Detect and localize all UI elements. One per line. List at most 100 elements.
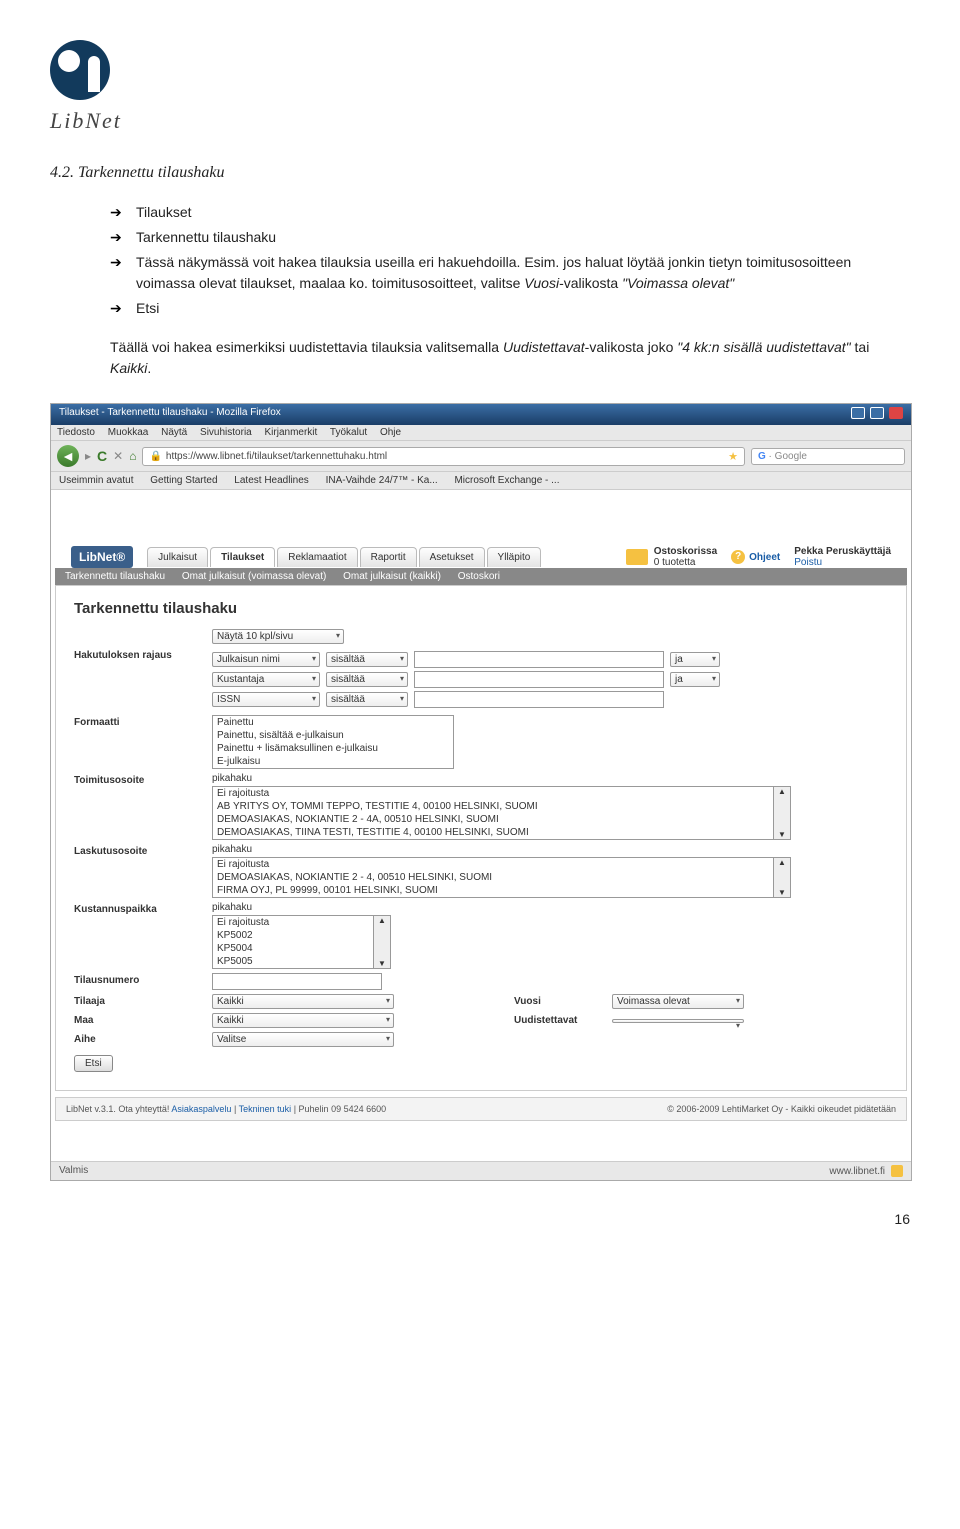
browser-menubar[interactable]: Tiedosto Muokkaa Näytä Sivuhistoria Kirj…	[51, 425, 911, 441]
menu-item[interactable]: Ohje	[380, 427, 401, 438]
bullet-item: Etsi	[110, 298, 910, 319]
scrollbar[interactable]: ▲▼	[374, 915, 391, 969]
bookmark-item[interactable]: Microsoft Exchange - ...	[454, 475, 559, 486]
vuosi-select[interactable]: Voimassa olevat	[612, 994, 744, 1009]
scroll-up-icon[interactable]: ▲	[378, 916, 386, 925]
rajaus-input[interactable]	[414, 671, 664, 688]
page-number: 16	[50, 1211, 910, 1227]
help-link[interactable]: ? Ohjeet	[731, 550, 780, 564]
tab-raportit[interactable]: Raportit	[360, 547, 417, 567]
tab-tilaukset[interactable]: Tilaukset	[210, 547, 275, 567]
scrollbar[interactable]: ▲▼	[774, 786, 791, 840]
scroll-down-icon[interactable]: ▼	[378, 959, 386, 968]
tab-julkaisut[interactable]: Julkaisut	[147, 547, 208, 567]
bullet-item: Tilaukset	[110, 202, 910, 223]
rajaus-field-select[interactable]: ISSN	[212, 692, 320, 707]
footer-link-asiakaspalvelu[interactable]: Asiakaspalvelu	[171, 1104, 231, 1114]
back-button[interactable]: ◄	[57, 445, 79, 467]
status-domain: www.libnet.fi	[829, 1166, 885, 1177]
tilaaja-select[interactable]: Kaikki	[212, 994, 394, 1009]
pikahaku-label: pikahaku	[212, 844, 791, 855]
menu-item[interactable]: Työkalut	[330, 427, 367, 438]
menu-item[interactable]: Tiedosto	[57, 427, 95, 438]
forward-button[interactable]: ▸	[85, 449, 91, 463]
pikahaku-label: pikahaku	[212, 773, 791, 784]
label-aihe: Aihe	[74, 1032, 204, 1045]
rajaus-op-select[interactable]: sisältää	[326, 692, 408, 707]
bookmark-star-icon[interactable]: ★	[728, 450, 738, 463]
rajaus-input[interactable]	[414, 691, 664, 708]
maximize-icon[interactable]	[870, 407, 884, 419]
help-icon: ?	[731, 550, 745, 564]
minimize-icon[interactable]	[851, 407, 865, 419]
logout-link[interactable]: Poistu	[794, 557, 891, 568]
uudistettavat-select[interactable]	[612, 1019, 744, 1023]
stop-button[interactable]: ✕	[113, 449, 123, 463]
rajaus-op-select[interactable]: sisältää	[326, 672, 408, 687]
laskutus-listbox[interactable]: Ei rajoitusta DEMOASIAKAS, NOKIANTIE 2 -…	[212, 857, 774, 898]
subnav-item[interactable]: Omat julkaisut (voimassa olevat)	[182, 571, 327, 582]
kustannus-listbox[interactable]: Ei rajoitusta KP5002 KP5004 KP5005	[212, 915, 374, 969]
show-select[interactable]: Näytä 10 kpl/sivu	[212, 629, 344, 644]
home-button[interactable]: ⌂	[129, 449, 136, 463]
menu-item[interactable]: Muokkaa	[108, 427, 149, 438]
form-title: Tarkennettu tilaushaku	[74, 600, 888, 617]
bullet-item: Tarkennettu tilaushaku	[110, 227, 910, 248]
bookmark-item[interactable]: Useimmin avatut	[59, 475, 133, 486]
scroll-up-icon[interactable]: ▲	[778, 858, 786, 867]
rajaus-join-select[interactable]: ja	[670, 652, 720, 667]
rajaus-field-select[interactable]: Kustantaja	[212, 672, 320, 687]
footer-link-tuki[interactable]: Tekninen tuki	[239, 1104, 292, 1114]
scroll-down-icon[interactable]: ▼	[778, 830, 786, 839]
scroll-up-icon[interactable]: ▲	[778, 787, 786, 796]
menu-item[interactable]: Kirjanmerkit	[265, 427, 318, 438]
browser-search[interactable]: G · Google	[751, 448, 905, 465]
subnav-item[interactable]: Omat julkaisut (kaikki)	[343, 571, 441, 582]
window-controls[interactable]	[849, 407, 903, 422]
status-text: Valmis	[59, 1165, 88, 1177]
search-form: Tarkennettu tilaushaku Näytä 10 kpl/sivu…	[55, 585, 907, 1091]
tab-yllapito[interactable]: Ylläpito	[487, 547, 542, 567]
tab-asetukset[interactable]: Asetukset	[419, 547, 485, 567]
label-toimitus: Toimitusosoite	[74, 773, 204, 786]
reload-button[interactable]: C	[97, 448, 107, 464]
aihe-select[interactable]: Valitse	[212, 1032, 394, 1047]
menu-item[interactable]: Näytä	[161, 427, 187, 438]
menu-item[interactable]: Sivuhistoria	[200, 427, 252, 438]
scrollbar[interactable]: ▲▼	[774, 857, 791, 898]
bookmark-item[interactable]: Latest Headlines	[234, 475, 309, 486]
bookmarks-bar[interactable]: Useimmin avatut Getting Started Latest H…	[51, 472, 911, 490]
scroll-down-icon[interactable]: ▼	[778, 888, 786, 897]
url-text: https://www.libnet.fi/tilaukset/tarkenne…	[166, 451, 387, 462]
rajaus-op-select[interactable]: sisältää	[326, 652, 408, 667]
etsi-button[interactable]: Etsi	[74, 1055, 113, 1072]
maa-select[interactable]: Kaikki	[212, 1013, 394, 1028]
app-footer: LibNet v.3.1. Ota yhteyttä! Asiakaspalve…	[55, 1097, 907, 1121]
rajaus-field-select[interactable]: Julkaisun nimi	[212, 652, 320, 667]
cart-icon	[626, 549, 648, 565]
toimitus-listbox[interactable]: Ei rajoitusta AB YRITYS OY, TOMMI TEPPO,…	[212, 786, 774, 840]
label-laskutus: Laskutusosoite	[74, 844, 204, 857]
label-vuosi: Vuosi	[514, 996, 604, 1007]
logo-text: LibNet	[50, 108, 910, 134]
bullet-item: Tässä näkymässä voit hakea tilauksia use…	[110, 252, 910, 294]
app-logo[interactable]: LibNet®	[71, 546, 133, 568]
body-paragraph: Täällä voi hakea esimerkiksi uudistettav…	[50, 337, 910, 379]
browser-statusbar: Valmis www.libnet.fi	[51, 1161, 911, 1180]
tab-reklamaatiot[interactable]: Reklamaatiot	[277, 547, 357, 567]
close-icon[interactable]	[889, 407, 903, 419]
footer-copyright: © 2006-2009 LehtiMarket Oy - Kaikki oike…	[667, 1104, 896, 1114]
formaatti-listbox[interactable]: Painettu Painettu, sisältää e-julkaisun …	[212, 715, 454, 769]
bookmark-item[interactable]: Getting Started	[150, 475, 217, 486]
bookmark-item[interactable]: INA-Vaihde 24/7™ - Ka...	[326, 475, 438, 486]
window-titlebar: Tilaukset - Tarkennettu tilaushaku - Moz…	[51, 404, 911, 425]
rajaus-input[interactable]	[414, 651, 664, 668]
rajaus-join-select[interactable]: ja	[670, 672, 720, 687]
subnav-item[interactable]: Ostoskori	[458, 571, 500, 582]
tilausnumero-input[interactable]	[212, 973, 382, 990]
url-bar[interactable]: 🔒 https://www.libnet.fi/tilaukset/tarken…	[142, 447, 745, 466]
cart-widget[interactable]: Ostoskorissa 0 tuotetta	[626, 546, 717, 568]
browser-screenshot: Tilaukset - Tarkennettu tilaushaku - Moz…	[50, 403, 912, 1181]
subnav-item[interactable]: Tarkennettu tilaushaku	[65, 571, 165, 582]
label-tilaaja: Tilaaja	[74, 994, 204, 1007]
